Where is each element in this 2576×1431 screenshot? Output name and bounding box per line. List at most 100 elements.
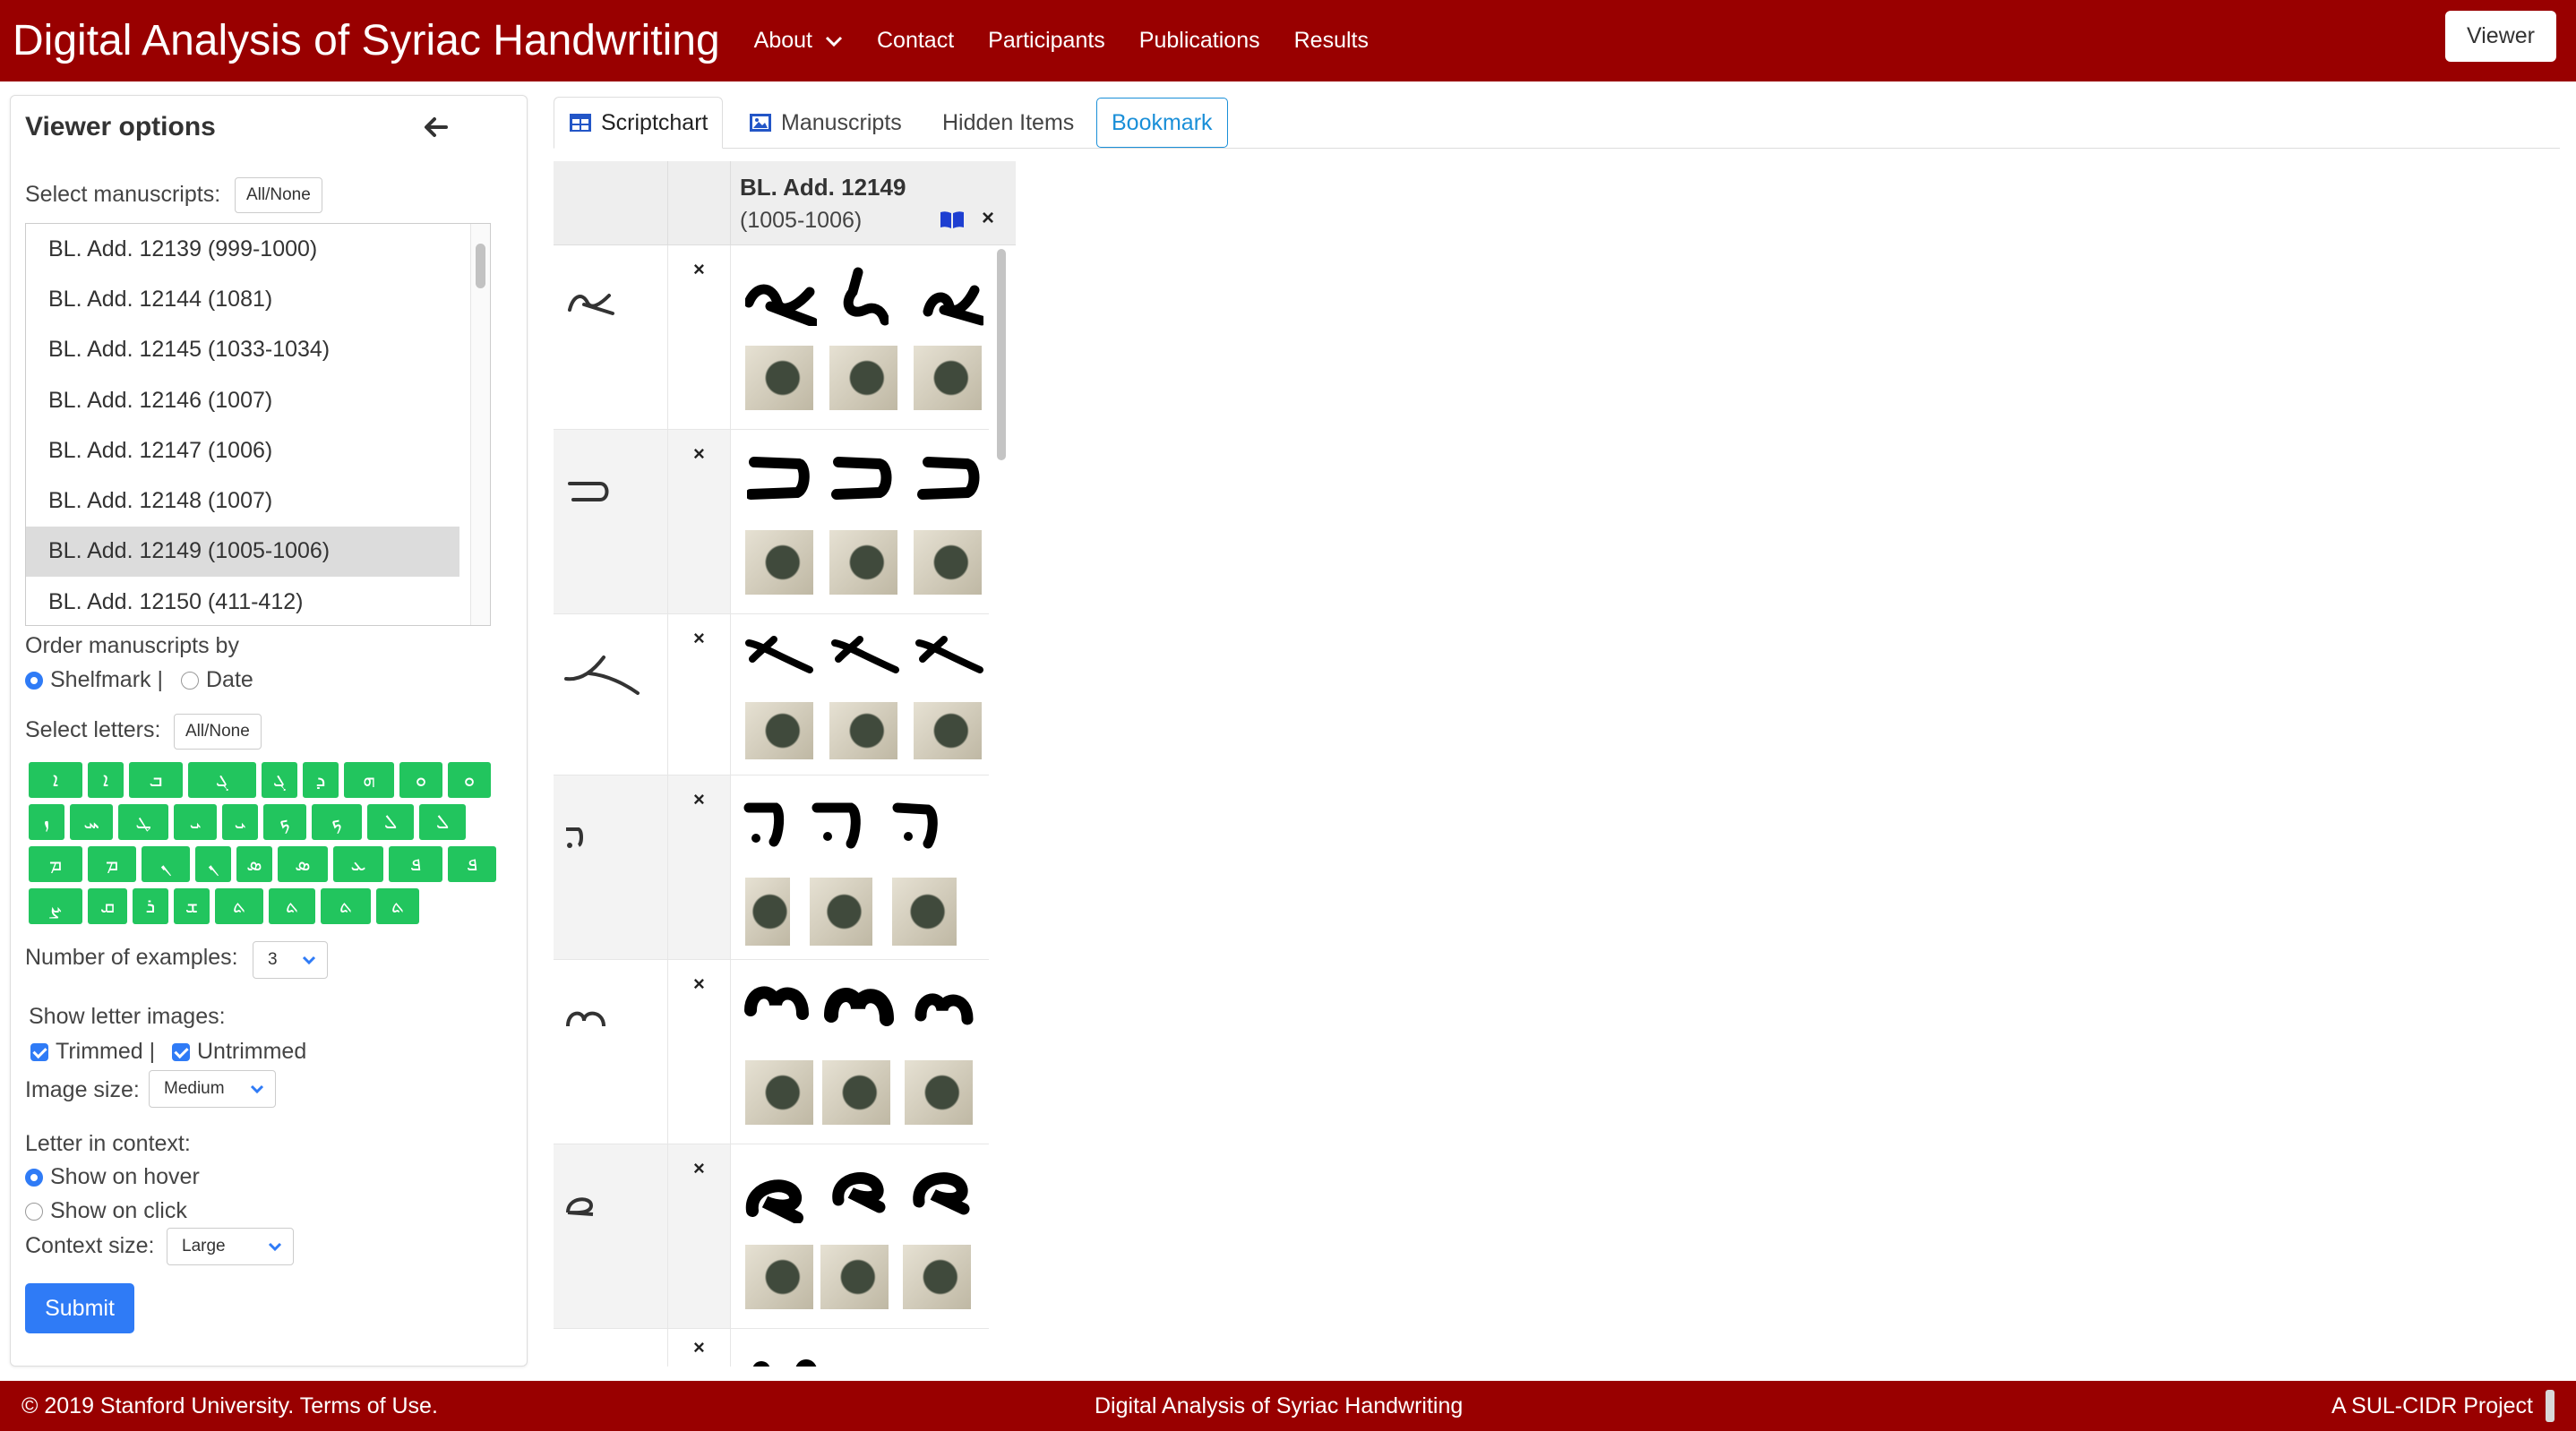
letter-button[interactable]: ܬ [215,888,263,924]
context-size-select[interactable]: Large [167,1228,294,1265]
letter-button[interactable]: ܘ [448,762,491,798]
untrimmed-letter-image[interactable] [745,702,813,759]
submit-button[interactable]: Submit [25,1283,134,1333]
letter-button[interactable]: ܩ [88,888,127,924]
nav-publications[interactable]: Publications [1139,28,1260,54]
letter-button[interactable]: ܐ [29,762,82,798]
letter-button[interactable]: ܦ [448,846,496,882]
trimmed-letter-image[interactable] [831,453,899,507]
nav-results[interactable]: Results [1294,28,1369,54]
manuscript-option[interactable]: BL. Add. 12147 (1006) [26,425,459,476]
trimmed-letter-image[interactable] [914,636,985,681]
tab-manuscripts[interactable]: Manuscripts [734,97,916,149]
footer-project[interactable]: A SUL-CIDR Project [2331,1393,2533,1419]
untrimmed-letter-image[interactable] [892,878,957,946]
trimmed-letter-image[interactable] [917,453,985,507]
remove-letter-button[interactable]: × [693,258,705,281]
letter-button[interactable]: ܟ [263,804,306,840]
scrollbar-thumb[interactable] [997,249,1006,460]
untrimmed-checkbox[interactable] [172,1043,190,1061]
trimmed-letter-image[interactable] [919,272,983,326]
letter-button[interactable]: ܪ [133,888,168,924]
manuscript-option[interactable]: BL. Add. 12150 (411-412) [26,577,459,625]
letter-button[interactable]: ܦ [389,846,442,882]
letter-button[interactable]: ܨ [29,888,82,924]
examples-select[interactable]: 3 [253,941,328,979]
untrimmed-letter-image[interactable] [829,702,897,759]
tab-hidden-items[interactable]: Hidden Items [928,97,1088,149]
untrimmed-letter-image[interactable] [822,1060,890,1125]
letter-button[interactable]: ܬ [321,888,371,924]
remove-letter-button[interactable]: × [693,442,705,466]
order-shelfmark-radio[interactable] [25,672,43,690]
trimmed-letter-image[interactable] [829,636,901,681]
letter-button[interactable]: ܗ [344,762,394,798]
manuscripts-all-none-button[interactable]: All/None [235,177,322,213]
manuscript-option[interactable]: BL. Add. 12139 (999-1000) [26,224,459,274]
untrimmed-letter-image[interactable] [745,530,813,595]
letter-button[interactable]: ܝ [174,804,217,840]
letter-button[interactable]: ܥ [333,846,383,882]
letter-button[interactable]: ܟ [312,804,362,840]
untrimmed-letter-image[interactable] [914,530,982,595]
letters-all-none-button[interactable]: All/None [174,714,262,750]
viewer-button[interactable]: Viewer [2445,11,2556,62]
letter-button[interactable]: ܢ [142,846,190,882]
manuscript-option[interactable]: BL. Add. 12145 (1033-1034) [26,325,459,375]
untrimmed-letter-image[interactable] [745,878,790,946]
trimmed-letter-image[interactable] [910,1161,973,1218]
trimmed-letter-image[interactable] [743,1166,806,1223]
untrimmed-letter-image[interactable] [903,1245,971,1309]
nav-contact[interactable]: Contact [877,28,954,54]
image-size-select[interactable]: Medium [149,1070,276,1108]
letter-button[interactable]: ܘ [399,762,442,798]
order-date-radio[interactable] [181,672,199,690]
remove-letter-button[interactable]: × [693,1336,705,1359]
remove-letter-button[interactable]: × [693,627,705,650]
scriptchart-scrollbar[interactable] [994,245,1009,1365]
nav-about[interactable]: About [754,28,843,54]
letter-button[interactable]: ܣ [278,846,328,882]
trimmed-letter-image[interactable] [747,453,815,507]
letter-button[interactable]: ܬ [269,888,315,924]
nav-participants[interactable]: Participants [988,28,1105,54]
tab-scriptchart[interactable]: Scriptchart [554,97,724,149]
arrow-left-icon[interactable] [423,116,448,139]
manuscript-option-selected[interactable]: BL. Add. 12149 (1005-1006) [26,526,459,578]
context-hover-radio[interactable] [25,1169,43,1187]
letter-button[interactable]: ܬ [376,888,419,924]
letter-button[interactable]: ܙ [29,804,64,840]
trimmed-letter-image[interactable] [914,985,978,1035]
trimmed-letter-image[interactable] [743,636,815,681]
letter-button[interactable]: ܕ [303,762,339,798]
letter-button[interactable]: ܣ [236,846,272,882]
untrimmed-letter-image[interactable] [820,1245,889,1309]
book-icon[interactable] [939,210,966,229]
manuscript-option[interactable]: BL. Add. 12144 (1081) [26,274,459,324]
untrimmed-letter-image[interactable] [745,1245,813,1309]
trimmed-letter-image[interactable] [892,799,946,853]
context-click-radio[interactable] [25,1203,43,1221]
scrollbar-thumb[interactable] [476,244,485,288]
trimmed-letter-image[interactable] [745,272,817,326]
untrimmed-letter-image[interactable] [810,878,872,946]
manuscript-option[interactable]: BL. Add. 12146 (1007) [26,375,459,425]
letter-button[interactable]: ܓ [262,762,297,798]
letter-button[interactable]: ܐ [88,762,124,798]
remove-letter-button[interactable]: × [693,1157,705,1180]
remove-manuscript-button[interactable]: × [982,206,994,231]
untrimmed-letter-image[interactable] [745,346,813,410]
trimmed-checkbox[interactable] [30,1043,48,1061]
untrimmed-letter-image[interactable] [914,346,982,410]
letter-button[interactable]: ܫ [174,888,210,924]
trimmed-letter-image[interactable] [811,799,865,853]
trimmed-letter-image[interactable] [743,1356,887,1367]
remove-letter-button[interactable]: × [693,788,705,811]
letter-button[interactable]: ܓ [188,762,256,798]
letter-button[interactable]: ܒ [129,762,183,798]
trimmed-letter-image[interactable] [829,1161,889,1214]
trimmed-letter-image[interactable] [743,799,788,853]
untrimmed-letter-image[interactable] [914,702,982,759]
letter-button[interactable]: ܡ [29,846,82,882]
trimmed-letter-image[interactable] [831,267,889,326]
